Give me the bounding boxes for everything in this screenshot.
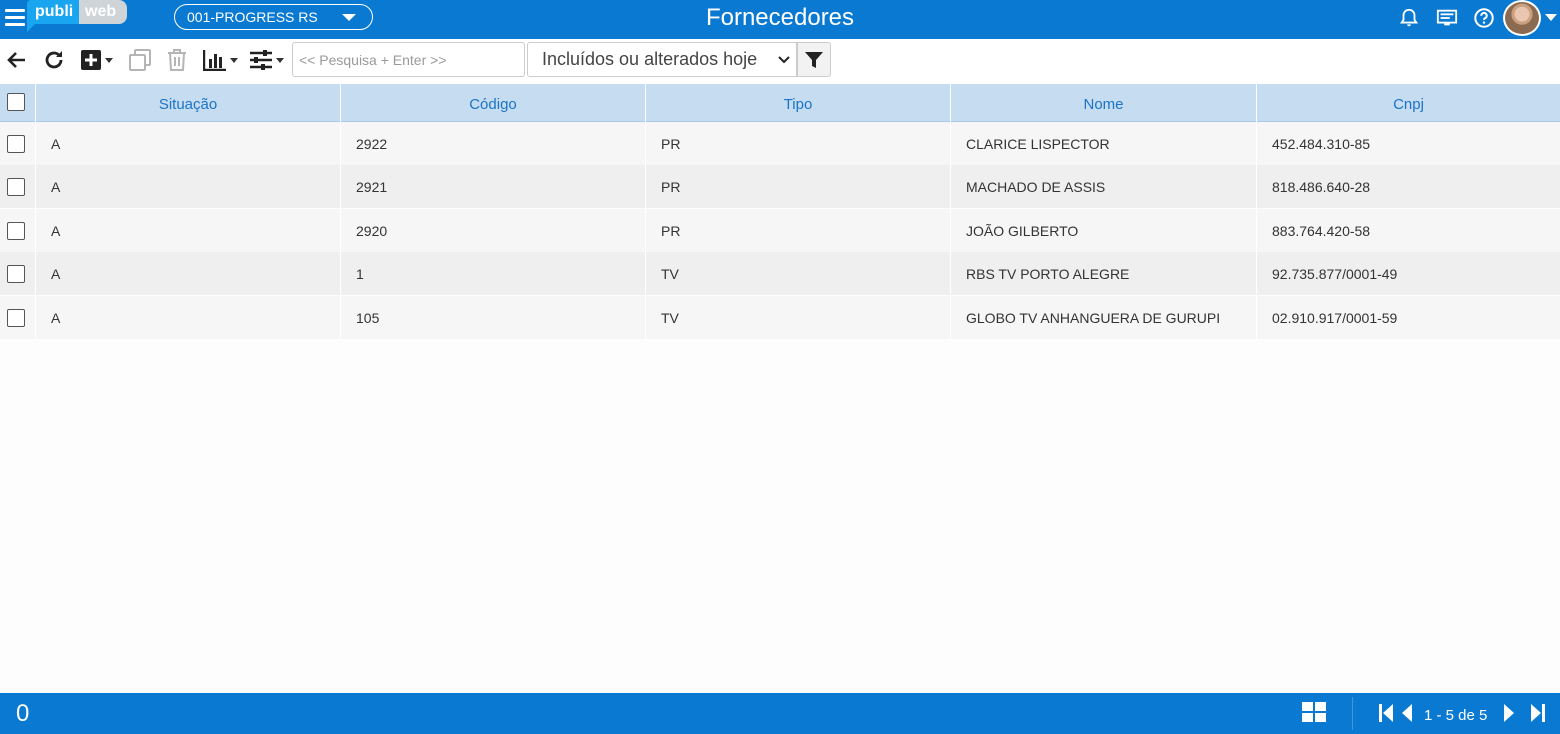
- column-header-codigo[interactable]: Código: [340, 84, 645, 122]
- company-label: 001-PROGRESS RS: [187, 9, 318, 25]
- row-checkbox[interactable]: [7, 178, 25, 196]
- filter-select[interactable]: Incluídos ou alterados hoje: [527, 42, 797, 77]
- cell-cnpj: 883.764.420-58: [1256, 209, 1560, 252]
- cell-situacao: A: [35, 122, 340, 165]
- cell-codigo: 2921: [340, 165, 645, 208]
- cell-codigo: 105: [340, 296, 645, 339]
- page-info: 1 - 5 de 5: [1424, 707, 1488, 724]
- back-button[interactable]: [5, 47, 29, 73]
- row-checkbox[interactable]: [7, 309, 25, 327]
- cell-situacao: A: [35, 252, 340, 295]
- top-bar: publi web 001-PROGRESS RS Fornecedores: [0, 0, 1560, 39]
- first-page-icon[interactable]: [1378, 703, 1394, 723]
- monitor-icon[interactable]: [1436, 7, 1458, 29]
- company-selector[interactable]: 001-PROGRESS RS: [174, 4, 373, 30]
- cell-tipo: PR: [645, 122, 950, 165]
- table-header: Situação Código Tipo Nome Cnpj: [0, 84, 1560, 122]
- bell-icon[interactable]: [1398, 7, 1420, 29]
- cell-cnpj: 818.486.640-28: [1256, 165, 1560, 208]
- filter-button[interactable]: [797, 42, 831, 77]
- search-input[interactable]: [292, 42, 525, 77]
- cell-cnpj: 92.735.877/0001-49: [1256, 252, 1560, 295]
- chevron-down-icon[interactable]: [1545, 14, 1557, 21]
- chevron-down-icon: [230, 57, 238, 63]
- next-page-icon[interactable]: [1503, 703, 1516, 723]
- trash-icon: [168, 49, 186, 71]
- cell-nome: CLARICE LISPECTOR: [950, 122, 1256, 165]
- copy-button[interactable]: [128, 47, 152, 73]
- column-header-situacao[interactable]: Situação: [35, 84, 340, 122]
- settings-button[interactable]: [249, 47, 284, 73]
- filter-select-value: Incluídos ou alterados hoje: [542, 49, 758, 69]
- table-row[interactable]: A 1 TV RBS TV PORTO ALEGRE 92.735.877/00…: [0, 252, 1560, 295]
- grid-view-icon[interactable]: [1302, 702, 1326, 722]
- chevron-down-icon: [105, 57, 113, 63]
- row-checkbox[interactable]: [7, 135, 25, 153]
- copy-icon: [129, 49, 151, 71]
- select-all-checkbox[interactable]: [7, 93, 25, 111]
- filter-icon: [805, 51, 823, 68]
- footer-bar: 0 1 - 5 de 5: [0, 693, 1560, 734]
- toolbar: Incluídos ou alterados hoje: [0, 39, 1560, 84]
- cell-nome: RBS TV PORTO ALEGRE: [950, 252, 1256, 295]
- logo-web: web: [79, 0, 127, 24]
- table-row[interactable]: A 2922 PR CLARICE LISPECTOR 452.484.310-…: [0, 122, 1560, 165]
- arrow-left-icon: [7, 52, 25, 68]
- cell-tipo: TV: [645, 252, 950, 295]
- cell-cnpj: 02.910.917/0001-59: [1256, 296, 1560, 339]
- add-button[interactable]: [80, 47, 113, 73]
- selected-count: 0: [16, 700, 30, 727]
- last-page-icon[interactable]: [1530, 703, 1546, 723]
- cell-nome: JOÃO GILBERTO: [950, 209, 1256, 252]
- table-row[interactable]: A 2920 PR JOÃO GILBERTO 883.764.420-58: [0, 209, 1560, 252]
- column-header-tipo[interactable]: Tipo: [645, 84, 950, 122]
- menu-icon[interactable]: [5, 9, 25, 27]
- cell-situacao: A: [35, 209, 340, 252]
- table-row[interactable]: A 105 TV GLOBO TV ANHANGUERA DE GURUPI 0…: [0, 296, 1560, 339]
- plus-square-icon: [81, 50, 101, 70]
- cell-situacao: A: [35, 165, 340, 208]
- cell-tipo: TV: [645, 296, 950, 339]
- cell-tipo: PR: [645, 209, 950, 252]
- sliders-icon: [250, 50, 272, 70]
- bar-chart-icon: [203, 50, 226, 71]
- logo-tail: [27, 22, 37, 32]
- column-header-nome[interactable]: Nome: [950, 84, 1256, 122]
- chevron-down-icon: [778, 56, 790, 64]
- help-icon[interactable]: [1473, 7, 1495, 29]
- cell-nome: MACHADO DE ASSIS: [950, 165, 1256, 208]
- cell-situacao: A: [35, 296, 340, 339]
- cell-nome: GLOBO TV ANHANGUERA DE GURUPI: [950, 296, 1256, 339]
- previous-page-icon[interactable]: [1400, 703, 1413, 723]
- logo-publi: publi: [27, 0, 79, 24]
- column-header-cnpj[interactable]: Cnpj: [1256, 84, 1560, 122]
- cell-codigo: 1: [340, 252, 645, 295]
- delete-button[interactable]: [166, 47, 188, 73]
- cell-cnpj: 452.484.310-85: [1256, 122, 1560, 165]
- cell-codigo: 2920: [340, 209, 645, 252]
- row-checkbox[interactable]: [7, 265, 25, 283]
- refresh-button[interactable]: [42, 47, 66, 73]
- chevron-down-icon: [342, 14, 356, 21]
- row-checkbox[interactable]: [7, 222, 25, 240]
- chevron-down-icon: [276, 57, 284, 63]
- refresh-icon: [45, 51, 63, 69]
- avatar[interactable]: [1503, 0, 1541, 36]
- chart-button[interactable]: [203, 47, 238, 73]
- cell-codigo: 2922: [340, 122, 645, 165]
- cell-tipo: PR: [645, 165, 950, 208]
- footer-divider: [1352, 697, 1353, 730]
- table-row[interactable]: A 2921 PR MACHADO DE ASSIS 818.486.640-2…: [0, 165, 1560, 208]
